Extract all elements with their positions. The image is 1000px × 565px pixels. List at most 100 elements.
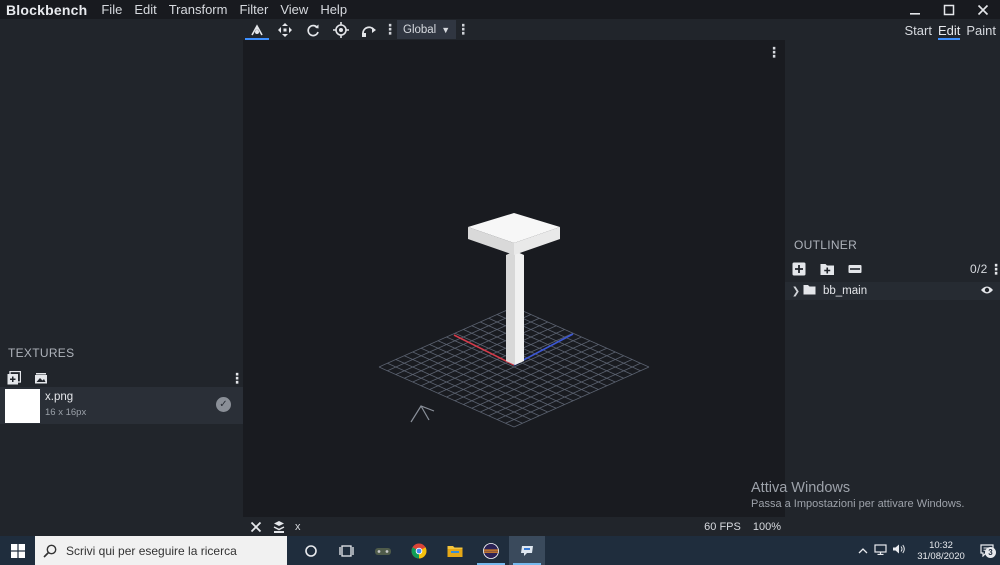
check-circle-icon[interactable]: ✓ — [216, 397, 231, 412]
add-cube-button[interactable] — [791, 261, 807, 277]
texture-thumbnail — [5, 389, 40, 423]
image-icon — [35, 372, 47, 384]
visibility-eye-icon[interactable] — [980, 284, 994, 298]
taskbar-app-chrome[interactable] — [401, 536, 437, 565]
pivot-tool-icon — [333, 21, 349, 38]
minimize-icon — [910, 12, 920, 15]
action-center-button[interactable]: 3 — [974, 544, 1000, 558]
start-button[interactable] — [0, 536, 35, 565]
move-tool-button[interactable] — [243, 19, 271, 40]
taskbar-app-game[interactable] — [365, 536, 401, 565]
menu-transform[interactable]: Transform — [163, 2, 234, 17]
menu-bar: Blockbench File Edit Transform Filter Vi… — [0, 0, 1000, 19]
texture-size: 16 x 16px — [45, 407, 87, 418]
vertex-snap-tool-button[interactable] — [355, 19, 383, 40]
minimize-button[interactable] — [898, 0, 932, 19]
rotate-tool-icon — [307, 24, 319, 36]
close-button[interactable] — [966, 0, 1000, 19]
toolbar-more-icon-2[interactable]: ⋮ — [456, 21, 470, 38]
taskbar-app-file-explorer[interactable] — [437, 536, 473, 565]
texture-name: x.png — [45, 391, 74, 403]
speaker-icon[interactable] — [890, 543, 908, 558]
outliner-more-icon[interactable]: ⋮ — [988, 261, 1000, 277]
windows-taskbar: Scrivi qui per eseguire la ricerca 10:32… — [0, 536, 1000, 565]
selection-status: x — [295, 520, 301, 533]
move-tool-icon — [251, 23, 263, 35]
tab-edit[interactable]: Edit — [937, 23, 961, 40]
viewport-more-icon[interactable]: ⋮ — [767, 44, 781, 61]
3d-viewport[interactable]: ⋮ — [243, 40, 785, 517]
tab-paint[interactable]: Paint — [966, 23, 996, 38]
taskbar-app-blockbench[interactable] — [509, 536, 545, 565]
add-cube-icon — [792, 262, 806, 276]
vertex-snap-tool-icon — [362, 25, 376, 37]
task-view-button[interactable] — [329, 536, 365, 565]
menu-file[interactable]: File — [95, 2, 128, 17]
transform-space-value: Global — [403, 23, 437, 36]
add-folder-icon — [820, 264, 834, 275]
windows-activation-subtitle: Passa a Impostazioni per attivare Window… — [751, 498, 965, 510]
pivot-tool-button[interactable] — [327, 19, 355, 40]
textures-panel-title: TEXTURES — [8, 346, 75, 360]
folder-icon — [447, 545, 463, 557]
clock-date: 31/08/2020 — [917, 550, 965, 562]
cortana-circle-icon — [305, 544, 317, 557]
eclipse-icon — [483, 542, 499, 559]
rotate-tool-button[interactable] — [299, 19, 327, 40]
selection-mode-button[interactable] — [269, 517, 289, 536]
outliner-node-name: bb_main — [823, 285, 868, 297]
cortana-button[interactable] — [293, 536, 329, 565]
resize-tool-icon — [278, 22, 292, 37]
folder-icon — [803, 284, 819, 298]
close-icon — [250, 521, 262, 532]
resize-tool-button[interactable] — [271, 19, 299, 40]
transform-space-select[interactable]: Global ▼ — [397, 20, 457, 39]
right-sidebar: OUTLINER 0/2 ⋮ ❯ bb_main — [785, 40, 1000, 536]
status-bar: x 60 FPS 100% — [243, 517, 785, 536]
collapse-all-button[interactable] — [847, 261, 863, 277]
taskbar-app-eclipse[interactable] — [473, 536, 509, 565]
texture-list-item[interactable]: x.png 16 x 16px ✓ — [0, 387, 243, 424]
add-texture-button[interactable] — [6, 370, 22, 386]
tool-toolbar: ⋮ Global ▼ ⋮ — [243, 19, 470, 40]
toolbar-more-icon[interactable]: ⋮ — [383, 21, 397, 38]
blockbench-app-icon — [521, 545, 533, 556]
mode-tabs: Start Edit Paint — [904, 20, 996, 40]
zoom-level: 100% — [752, 520, 781, 533]
menu-view[interactable]: View — [274, 2, 314, 17]
windows-activation-title: Attiva Windows — [751, 480, 851, 496]
chevron-up-icon[interactable] — [854, 545, 872, 557]
maximize-button[interactable] — [932, 0, 966, 19]
tab-start[interactable]: Start — [904, 23, 931, 38]
menu-edit[interactable]: Edit — [128, 2, 162, 17]
outliner-panel-title: OUTLINER — [794, 238, 858, 252]
window-controls — [898, 0, 1000, 19]
clock-time: 10:32 — [929, 539, 953, 551]
taskbar-search-box[interactable]: Scrivi qui per eseguire la ricerca — [35, 536, 287, 565]
deselect-button[interactable] — [246, 517, 266, 536]
fps-counter: 60 FPS — [704, 520, 741, 533]
close-icon — [977, 4, 989, 15]
system-tray: 10:32 31/08/2020 3 — [854, 536, 1000, 565]
chevron-down-icon: ▼ — [441, 24, 451, 35]
controller-icon — [375, 547, 391, 555]
network-icon[interactable] — [872, 543, 890, 558]
outliner-group-row[interactable]: ❯ bb_main — [785, 282, 1000, 300]
x-axis-line — [453, 334, 515, 366]
outliner-count: 0/2 — [970, 262, 988, 276]
taskbar-clock[interactable]: 10:32 31/08/2020 — [912, 540, 970, 562]
maximize-icon — [943, 4, 955, 15]
left-sidebar: TEXTURES ⋮ x.png 16 x 16px ✓ — [0, 40, 244, 536]
windows-logo-icon — [10, 543, 25, 558]
pole-right-face — [515, 251, 524, 365]
chevron-right-icon[interactable]: ❯ — [789, 286, 803, 297]
chrome-icon — [411, 543, 427, 558]
add-group-button[interactable] — [819, 261, 835, 277]
import-texture-button[interactable] — [33, 370, 49, 386]
viewport-scene — [378, 213, 650, 428]
menu-help[interactable]: Help — [314, 2, 353, 17]
collapse-icon — [848, 265, 862, 273]
pole-left-face — [506, 251, 515, 365]
add-texture-icon — [7, 371, 21, 385]
menu-filter[interactable]: Filter — [233, 2, 274, 17]
